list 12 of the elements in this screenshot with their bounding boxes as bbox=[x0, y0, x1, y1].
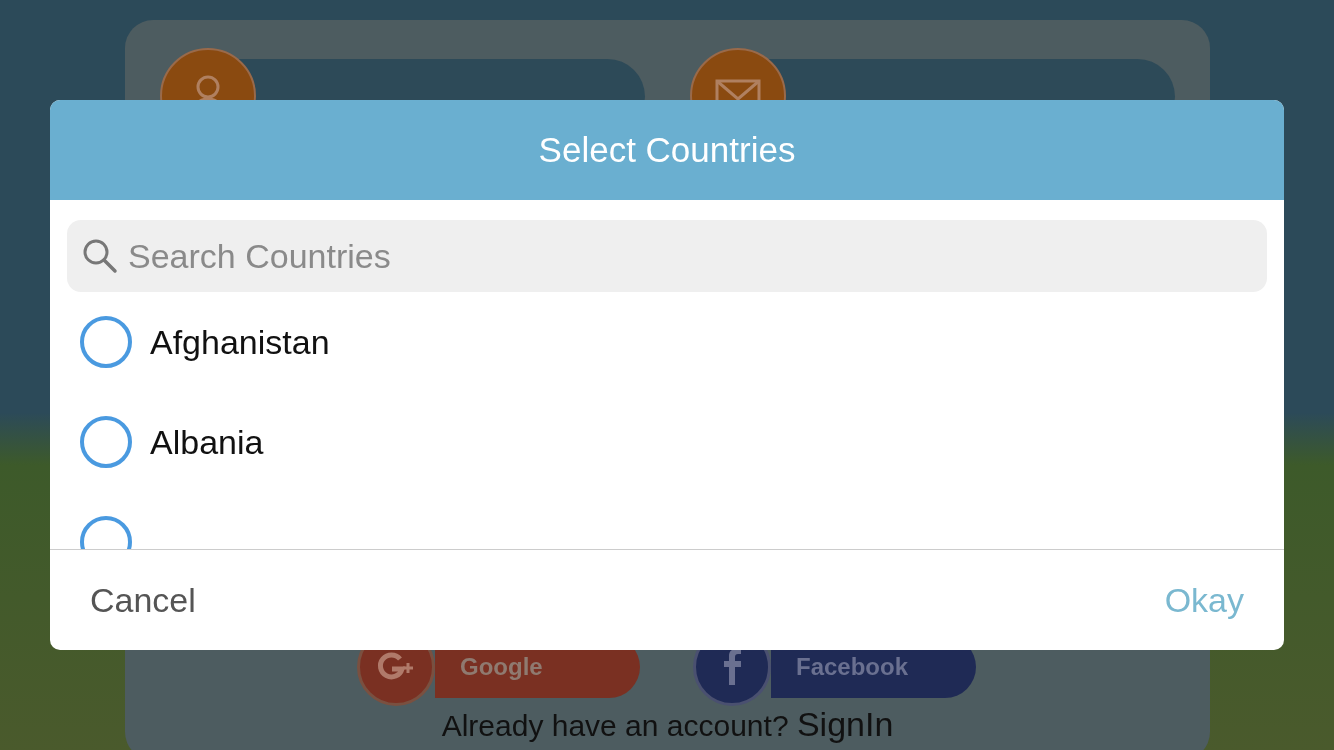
signin-link[interactable]: SignIn bbox=[796, 705, 894, 743]
signin-prompt: Already have an account? bbox=[441, 709, 789, 742]
radio-button[interactable] bbox=[80, 416, 132, 468]
country-name: Afghanistan bbox=[150, 322, 330, 362]
country-option[interactable]: Albania bbox=[50, 392, 1284, 492]
radio-button[interactable] bbox=[80, 316, 132, 368]
okay-button[interactable]: Okay bbox=[1164, 576, 1244, 624]
country-name: Albania bbox=[150, 422, 264, 462]
search-icon bbox=[82, 238, 118, 274]
cancel-button[interactable]: Cancel bbox=[90, 576, 196, 624]
country-option[interactable]: Afghanistan bbox=[50, 292, 1284, 392]
dialog-title: Select Countries bbox=[538, 130, 796, 170]
